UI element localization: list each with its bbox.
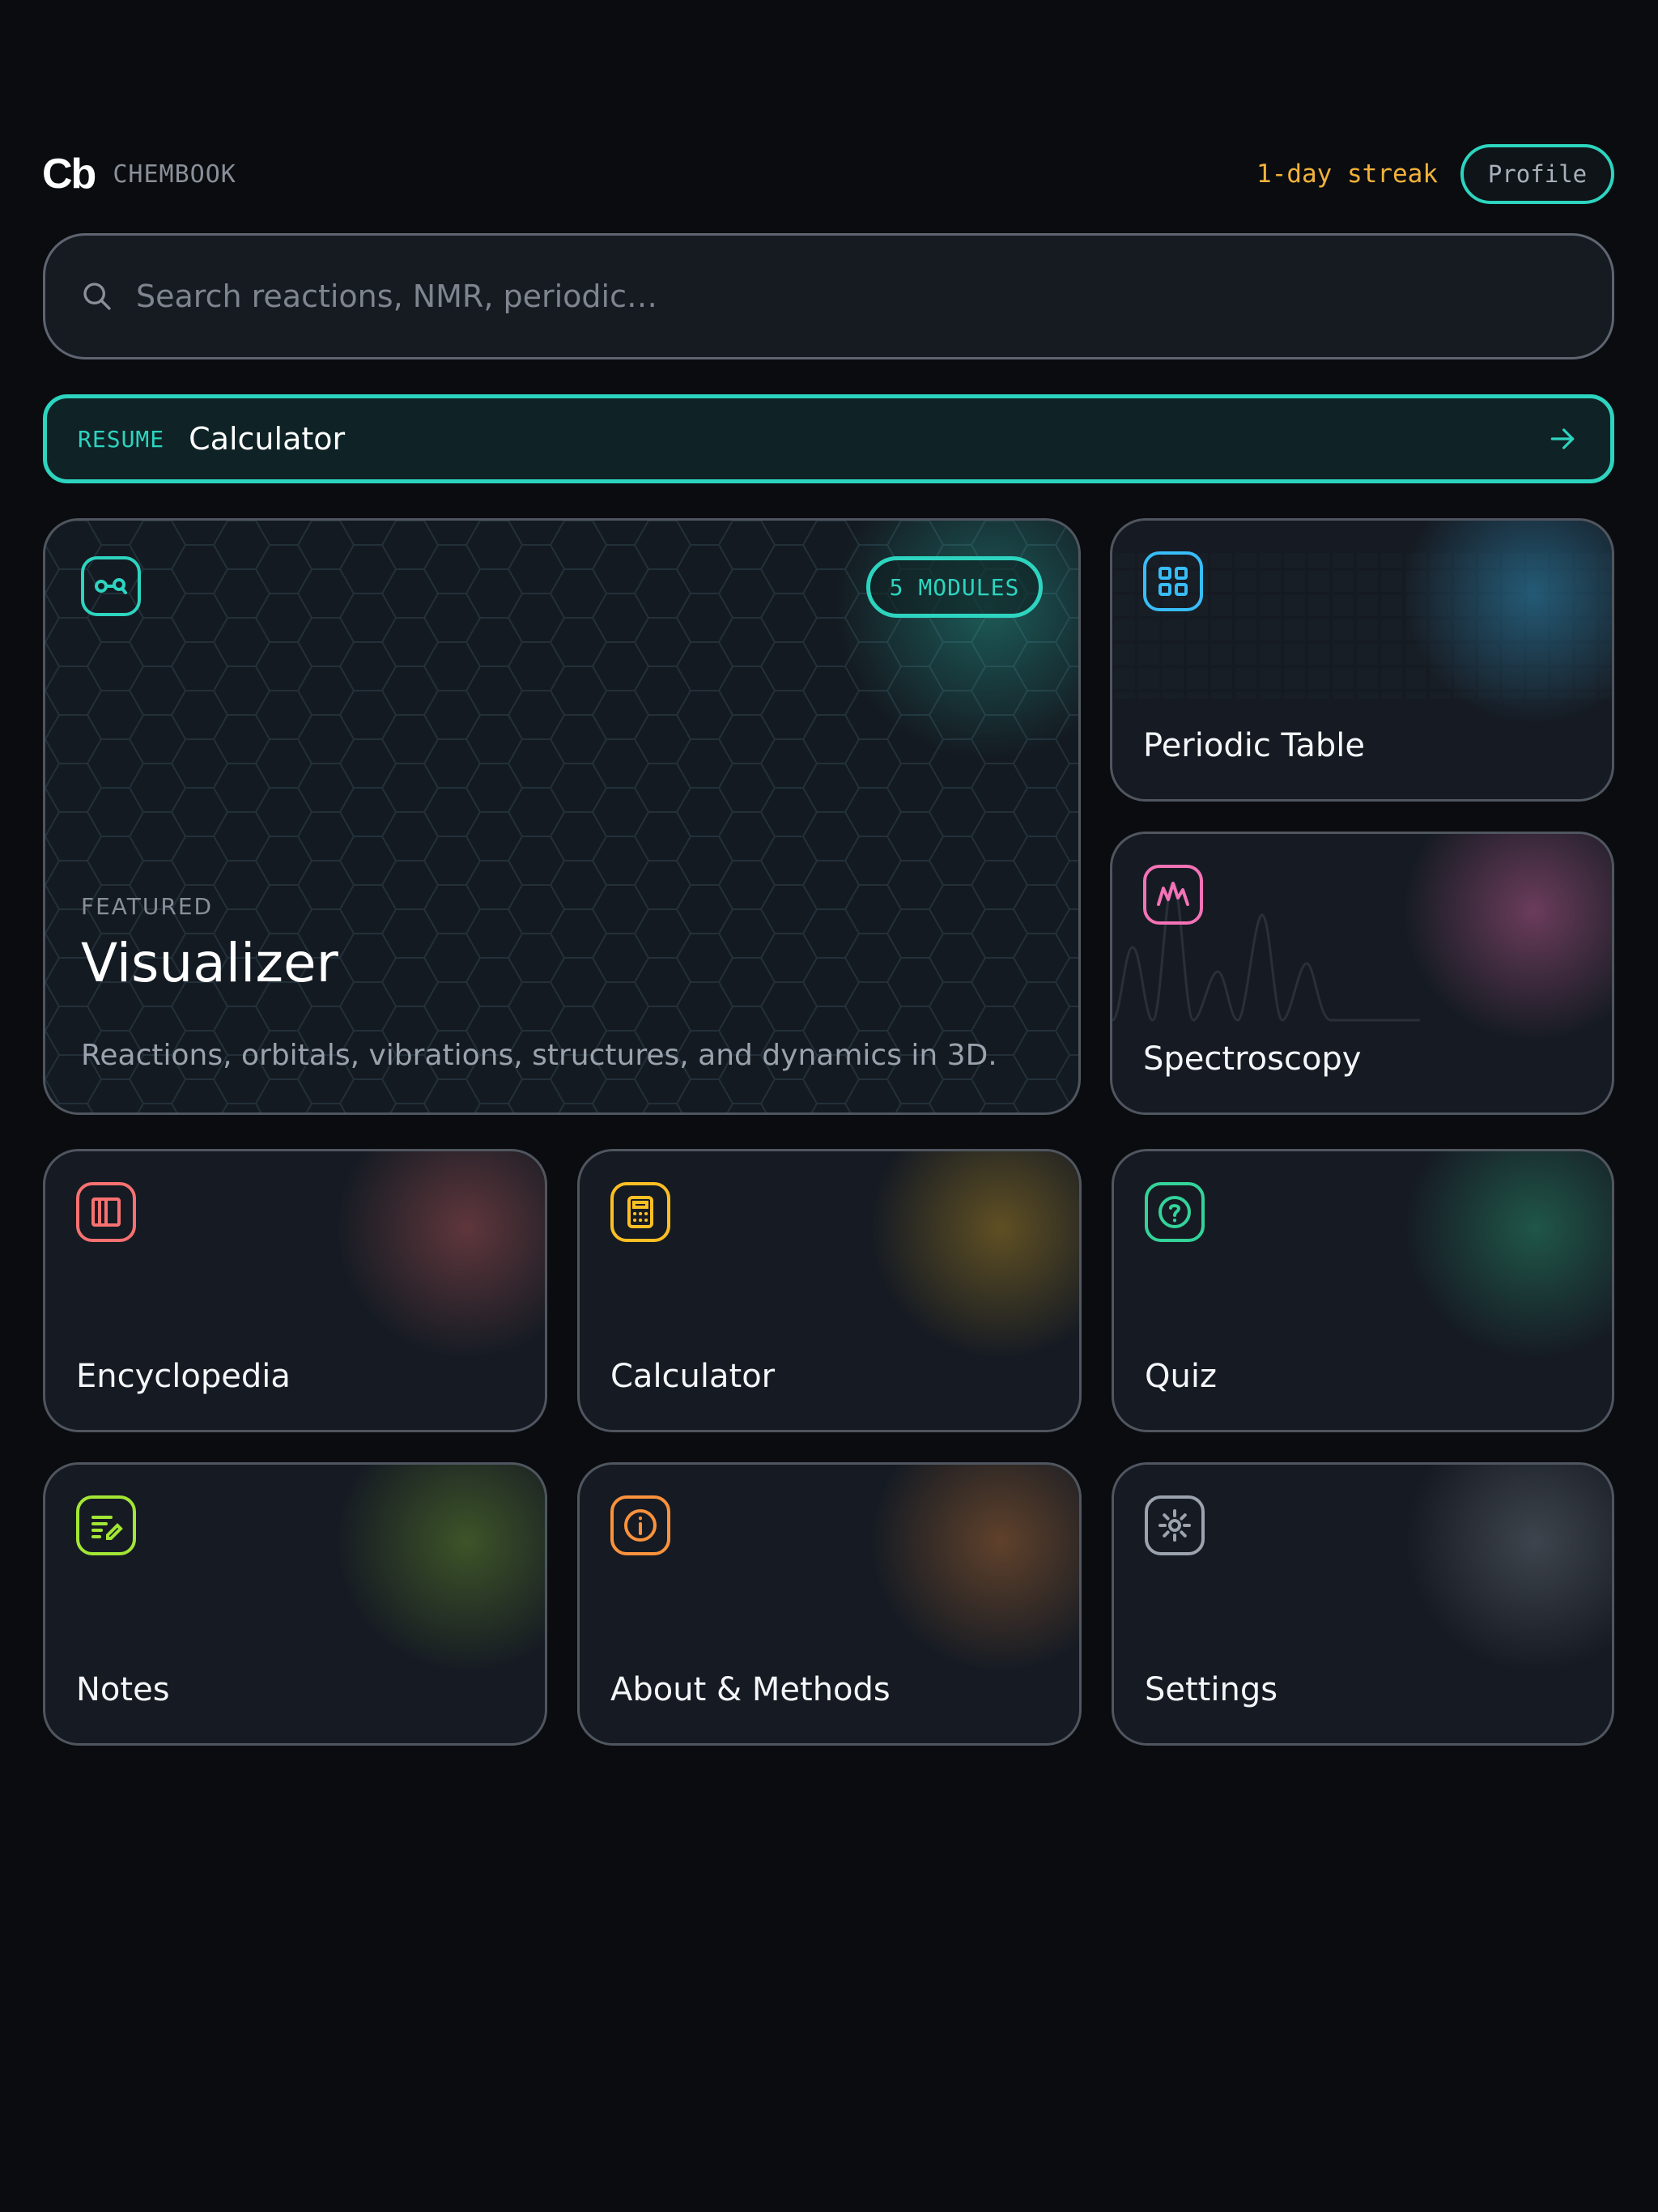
notes-icon — [76, 1495, 136, 1555]
featured-card-visualizer[interactable]: 5 MODULES FEATURED Visualizer Reactions,… — [43, 518, 1081, 1115]
home-screen: Cb CHEMBOOK 1-day streak Profile RESUME … — [0, 0, 1658, 2212]
arrow-right-icon — [1550, 428, 1575, 449]
visualizer-icon — [81, 556, 141, 616]
grid-icon — [1143, 551, 1203, 611]
card-title: Settings — [1145, 1671, 1278, 1708]
question-icon — [1145, 1182, 1205, 1242]
modules-badge: 5 MODULES — [866, 556, 1043, 618]
gear-icon — [1145, 1495, 1205, 1555]
card-title: About & Methods — [610, 1671, 891, 1708]
resume-banner[interactable]: RESUME Calculator — [43, 394, 1614, 483]
header-actions: 1-day streak Profile — [1256, 144, 1614, 204]
search-icon — [83, 283, 111, 310]
search-bar[interactable] — [43, 233, 1614, 359]
card-settings[interactable]: Settings — [1112, 1462, 1614, 1746]
book-icon — [76, 1182, 136, 1242]
card-calculator[interactable]: Calculator — [577, 1149, 1082, 1432]
card-title: Quiz — [1145, 1358, 1217, 1395]
card-spectroscopy[interactable]: Spectroscopy — [1110, 832, 1614, 1115]
profile-button[interactable]: Profile — [1460, 144, 1614, 204]
info-icon — [610, 1495, 670, 1555]
card-encyclopedia[interactable]: Encyclopedia — [43, 1149, 547, 1432]
card-title: Periodic Table — [1143, 727, 1365, 764]
app-name: CHEMBOOK — [113, 160, 236, 189]
card-periodic-table[interactable]: Periodic Table — [1110, 518, 1614, 802]
card-notes[interactable]: Notes — [43, 1462, 547, 1746]
card-title: Spectroscopy — [1143, 1040, 1362, 1078]
featured-title: Visualizer — [81, 932, 338, 994]
logo-mark: Cb — [42, 151, 96, 198]
card-about-methods[interactable]: About & Methods — [577, 1462, 1082, 1746]
search-input[interactable] — [136, 264, 1612, 329]
resume-tag: RESUME — [78, 425, 165, 453]
resume-title: Calculator — [189, 421, 346, 457]
streak-counter: 1-day streak — [1256, 160, 1438, 189]
card-title: Calculator — [610, 1358, 776, 1395]
featured-description: Reactions, orbitals, vibrations, structu… — [81, 1039, 997, 1072]
card-title: Encyclopedia — [76, 1358, 291, 1395]
featured-label: FEATURED — [81, 893, 214, 920]
spectrum-icon — [1143, 865, 1203, 925]
header: Cb CHEMBOOK 1-day streak Profile — [42, 144, 1614, 204]
card-title: Notes — [76, 1671, 170, 1708]
card-quiz[interactable]: Quiz — [1112, 1149, 1614, 1432]
calculator-icon — [610, 1182, 670, 1242]
logo[interactable]: Cb CHEMBOOK — [42, 144, 236, 204]
